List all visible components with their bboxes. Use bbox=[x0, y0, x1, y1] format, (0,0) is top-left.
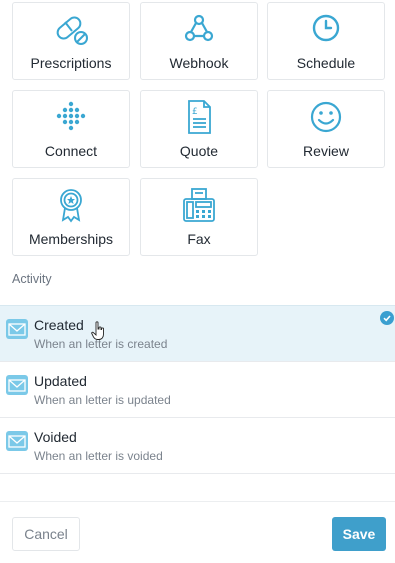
tile-schedule[interactable]: Schedule bbox=[267, 2, 385, 80]
tile-webhook[interactable]: Webhook bbox=[140, 2, 258, 80]
tile-label: Schedule bbox=[296, 55, 356, 71]
pill-icon bbox=[56, 16, 88, 45]
badge-ribbon-icon bbox=[60, 189, 82, 223]
activity-item-subtitle: When an letter is voided bbox=[34, 449, 163, 463]
clock-icon bbox=[312, 14, 340, 42]
connect-dots-icon bbox=[56, 101, 86, 131]
tile-label: Fax bbox=[187, 231, 211, 247]
activity-item-created[interactable]: Created When an letter is created bbox=[0, 305, 395, 361]
activity-item-title: Created bbox=[34, 317, 84, 333]
tile-connect[interactable]: Connect bbox=[12, 90, 130, 168]
tile-label: Prescriptions bbox=[30, 55, 112, 71]
footer-divider bbox=[0, 501, 395, 502]
tile-label: Webhook bbox=[169, 55, 229, 71]
save-button[interactable]: Save bbox=[332, 517, 386, 551]
tile-fax[interactable]: Fax bbox=[140, 178, 258, 256]
tile-memberships[interactable]: Memberships bbox=[12, 178, 130, 256]
activity-item-subtitle: When an letter is updated bbox=[34, 393, 171, 407]
tile-prescriptions[interactable]: Prescriptions bbox=[12, 2, 130, 80]
activity-item-voided[interactable]: Voided When an letter is voided bbox=[0, 417, 395, 474]
hand-cursor-icon bbox=[91, 321, 104, 340]
tile-quote[interactable]: £ Quote bbox=[140, 90, 258, 168]
activity-section-label: Activity bbox=[12, 272, 52, 286]
tile-label: Connect bbox=[44, 143, 98, 159]
activity-item-updated[interactable]: Updated When an letter is updated bbox=[0, 361, 395, 417]
envelope-icon bbox=[6, 319, 28, 339]
svg-text:£: £ bbox=[192, 107, 198, 117]
cancel-button[interactable]: Cancel bbox=[12, 517, 80, 551]
activity-item-title: Updated bbox=[34, 373, 87, 389]
fax-machine-icon bbox=[183, 188, 215, 222]
check-circle-icon bbox=[380, 311, 394, 325]
tile-label: Quote bbox=[179, 143, 219, 159]
envelope-icon bbox=[6, 431, 28, 451]
tile-review[interactable]: Review bbox=[267, 90, 385, 168]
quote-document-icon: £ bbox=[188, 100, 211, 134]
tile-label: Memberships bbox=[28, 231, 114, 247]
envelope-icon bbox=[6, 375, 28, 395]
activity-item-title: Voided bbox=[34, 429, 77, 445]
tile-label: Review bbox=[303, 143, 349, 159]
webhook-icon bbox=[184, 14, 214, 42]
smiley-icon bbox=[310, 101, 342, 133]
